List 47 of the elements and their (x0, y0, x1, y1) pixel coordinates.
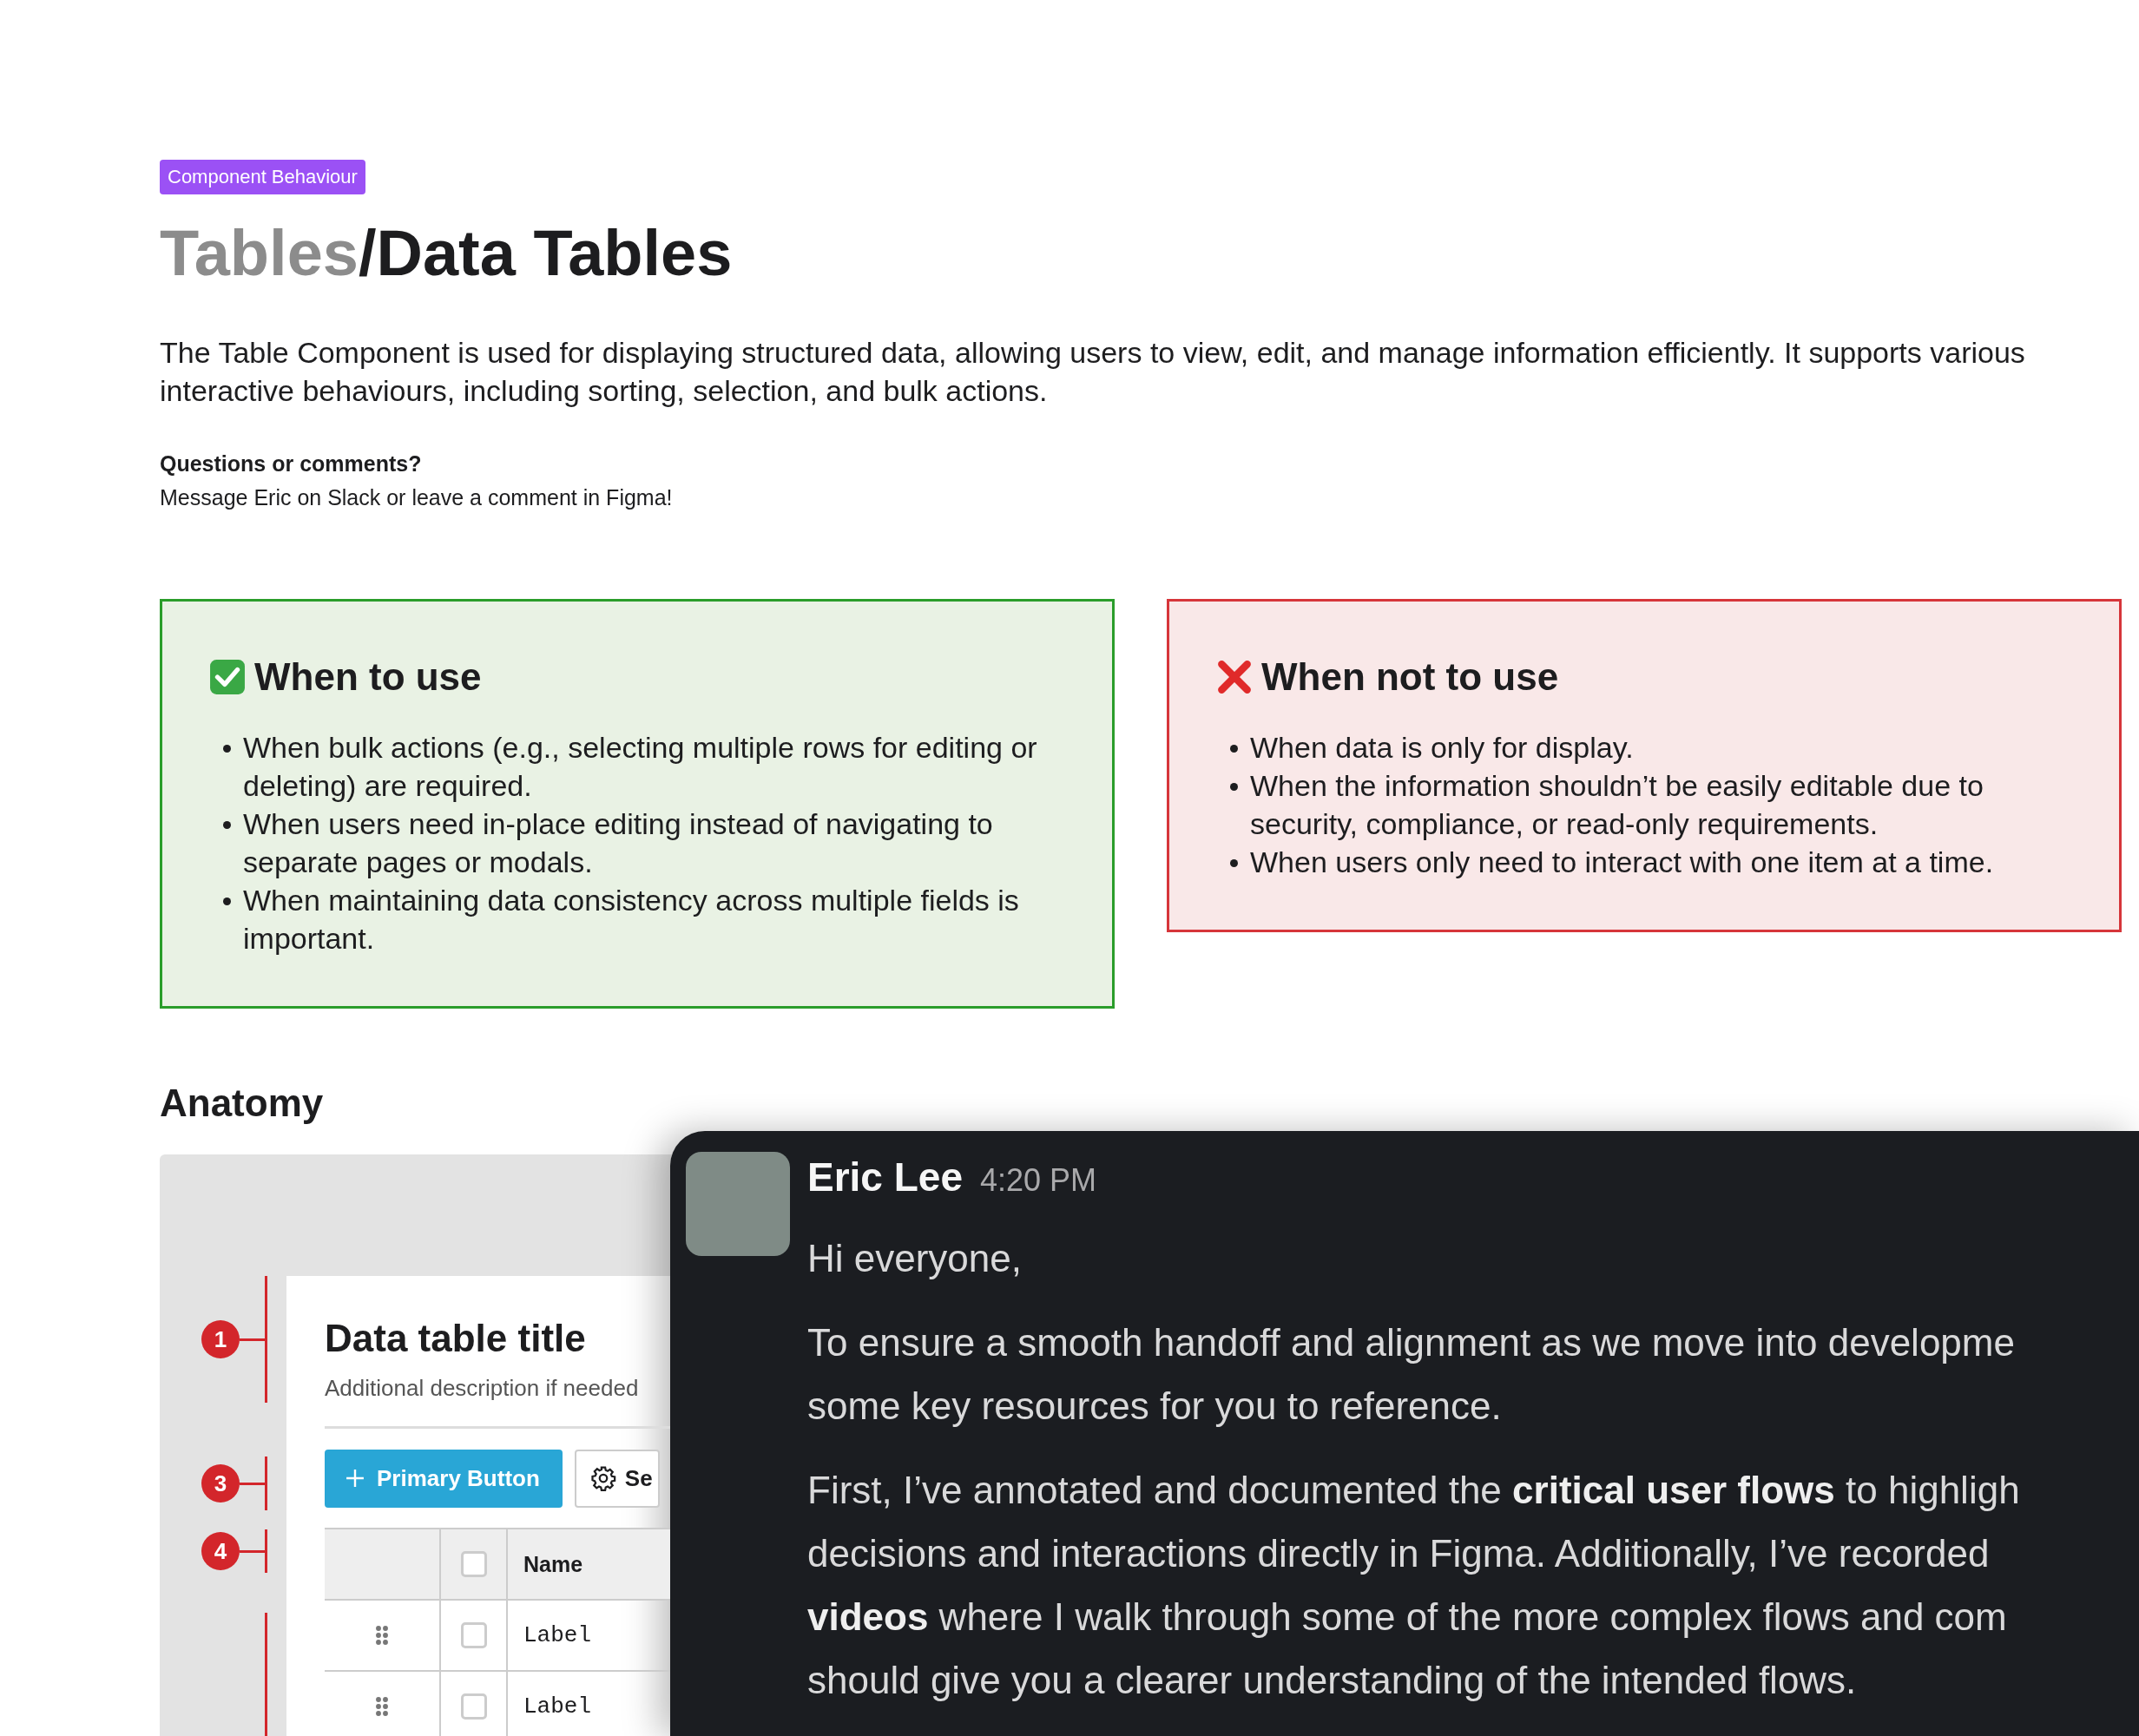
list-item-text: When users need in-place editing instead of navigating to separate pages or modals. (243, 806, 994, 880)
card-heading: When to use (254, 655, 482, 699)
contact-heading: Questions or comments? (160, 451, 422, 477)
message-line: should give you a clearer understanding of the intended flows. (807, 1658, 1858, 1703)
bullet-icon (1230, 783, 1238, 791)
settings-button[interactable]: Se (574, 1449, 660, 1508)
bullet-icon (223, 821, 231, 829)
section-heading: Anatomy (160, 1082, 324, 1125)
plus-icon (346, 1469, 365, 1488)
intro-paragraph: The Table Component is used for displaying structured data, allowing users to view, edit, and manage information efficiently. It supports various interactive behaviours, including sorting, selection, and bulk actions. (160, 335, 2026, 409)
checkbox[interactable] (460, 1693, 487, 1720)
message-line: some key resources for you to reference. (807, 1384, 1503, 1429)
settings-icon (589, 1465, 616, 1491)
message-time[interactable]: 4:20 PM (980, 1162, 1097, 1199)
list-item-text: When bulk actions (e.g., selecting multiple rows for editing or deleting) are required. (243, 730, 1038, 804)
message-line: videos where I walk through some of the more complex flows and com (807, 1595, 2008, 1640)
drag-handle-icon[interactable] (375, 1696, 389, 1717)
bullet-icon (223, 898, 231, 905)
bullet-icon (1230, 859, 1238, 867)
checkbox[interactable] (460, 1622, 487, 1648)
message-line: decisions and interactions directly in Figma. Additionally, I’ve recorded (807, 1531, 1991, 1576)
contact-message: Message Eric on Slack or leave a comment in Figma! (160, 485, 673, 510)
callout-number: 1 (201, 1320, 240, 1358)
bullet-icon (1230, 745, 1238, 753)
table-title: Data table title (325, 1316, 587, 1361)
callout-number: 4 (201, 1532, 240, 1570)
bullet-icon (223, 745, 231, 753)
check-mark-icon (209, 659, 246, 695)
author-name[interactable]: Eric Lee (807, 1154, 963, 1200)
list-item-text: When maintaining data consistency across multiple fields is important. (243, 883, 1020, 957)
list-item-text: When users only need to interact with one item at a time. (1250, 845, 1994, 880)
table-cell: Label (523, 1693, 591, 1720)
message-line: First, I’ve annotated and documented the critical user flows to highligh (807, 1468, 2020, 1513)
drag-handle-icon[interactable] (375, 1625, 389, 1646)
column-header[interactable]: Name (523, 1551, 583, 1577)
checkbox[interactable] (460, 1551, 487, 1577)
list-item-text: When the information shouldn’t be easily editable due to security, compliance, or read-only requirements. (1250, 768, 1984, 842)
message-line: To ensure a smooth handoff and alignment as we move into developme (807, 1320, 2016, 1365)
cross-mark-icon (1216, 659, 1253, 695)
category-tag: Component Behaviour (160, 160, 365, 194)
table-description: Additional description if needed (325, 1375, 640, 1402)
page-title: Tables/Data Tables (160, 217, 733, 290)
list-item-text: When data is only for display. (1250, 730, 1634, 766)
callout-number: 3 (201, 1464, 240, 1503)
card-heading: When not to use (1261, 655, 1559, 699)
table-cell: Label (523, 1622, 591, 1648)
message-line: Hi everyone, (807, 1236, 1023, 1281)
